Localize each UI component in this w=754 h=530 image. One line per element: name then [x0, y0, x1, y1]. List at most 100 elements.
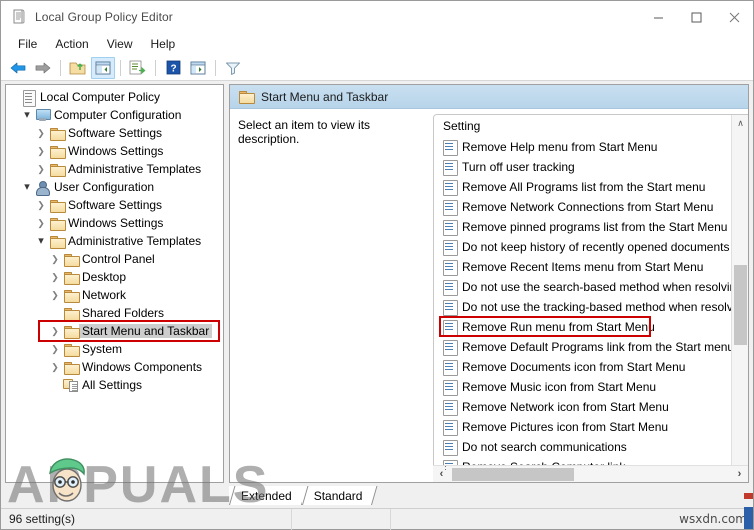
show-hide-console-tree-icon[interactable]	[91, 56, 115, 79]
setting-row[interactable]: Do not use the search-based method when …	[434, 277, 748, 297]
forward-arrow-icon[interactable]	[31, 57, 55, 79]
chevron-right-icon[interactable]: ❯	[34, 146, 48, 156]
tree-item-label: Windows Settings	[68, 144, 164, 158]
tree-item-network[interactable]: ❯ Network	[6, 286, 223, 304]
policy-setting-icon	[443, 220, 458, 236]
tree-item-desktop[interactable]: ❯ Desktop	[6, 268, 223, 286]
settings-list-column-header[interactable]: Setting	[434, 115, 748, 137]
back-arrow-icon[interactable]	[6, 57, 30, 79]
tree-item-all-settings[interactable]: All Settings	[6, 376, 223, 394]
help-icon[interactable]: ?	[161, 57, 185, 79]
chevron-right-icon[interactable]: ❯	[48, 290, 62, 300]
policy-setting-icon	[443, 180, 458, 196]
tree-item-windows-components[interactable]: ❯ Windows Components	[6, 358, 223, 376]
setting-row[interactable]: Remove All Programs list from the Start …	[434, 177, 748, 197]
console-tree-pane[interactable]: Local Computer Policy ▾ Computer Configura…	[5, 84, 224, 483]
setting-row[interactable]: Remove Network Connections from Start Me…	[434, 197, 748, 217]
setting-row[interactable]: Do not use the tracking-based method whe…	[434, 297, 748, 317]
policy-setting-icon	[443, 280, 458, 296]
scroll-left-button[interactable]: ‹	[433, 466, 450, 483]
tree-item-label: Administrative Templates	[68, 162, 202, 176]
settings-list-panel[interactable]: Setting Remove Help menu from Start Menu…	[433, 114, 748, 482]
export-list-icon[interactable]	[126, 57, 150, 79]
chevron-down-icon[interactable]: ▾	[20, 109, 34, 121]
horizontal-scroll-thumb[interactable]	[452, 468, 574, 481]
tree-item-software-settings[interactable]: ❯ Software Settings	[6, 196, 223, 214]
tree-item-software-settings[interactable]: ❯ Software Settings	[6, 124, 223, 142]
setting-row[interactable]: Do not keep history of recently opened d…	[434, 237, 748, 257]
minimize-button[interactable]	[639, 1, 677, 33]
chevron-down-icon[interactable]: ▾	[34, 235, 48, 247]
chevron-down-icon[interactable]: ▾	[20, 181, 34, 193]
setting-label: Remove Documents icon from Start Menu	[462, 360, 686, 374]
scroll-up-button[interactable]: ∧	[732, 115, 748, 132]
folder-icon	[62, 361, 80, 375]
properties-icon[interactable]	[186, 57, 210, 79]
tree-item-administrative-templates[interactable]: ▾ Administrative Templates	[6, 232, 223, 250]
maximize-button[interactable]	[677, 1, 715, 33]
tree-item-local-computer-policy[interactable]: Local Computer Policy	[6, 88, 223, 107]
menu-view[interactable]: View	[98, 35, 142, 53]
setting-row[interactable]: Remove Default Programs link from the St…	[434, 337, 748, 357]
setting-label: Turn off user tracking	[462, 160, 575, 174]
toolbar-separator	[60, 59, 61, 76]
tree-item-administrative-templates[interactable]: ❯ Administrative Templates	[6, 160, 223, 178]
chevron-right-icon[interactable]: ❯	[34, 200, 48, 210]
up-folder-icon[interactable]	[66, 57, 90, 79]
tree-item-system[interactable]: ❯ System	[6, 340, 223, 358]
policy-setting-icon	[443, 380, 458, 396]
tree-item-user-configuration[interactable]: ▾ User Configuration	[6, 178, 223, 196]
chevron-right-icon[interactable]: ❯	[48, 272, 62, 282]
policy-setting-icon	[443, 400, 458, 416]
tree-item-windows-settings[interactable]: ❯ Windows Settings	[6, 142, 223, 160]
filter-icon[interactable]	[221, 57, 245, 79]
setting-row[interactable]: Turn off user tracking	[434, 157, 748, 177]
setting-row[interactable]: Remove Recent Items menu from Start Menu	[434, 257, 748, 277]
menu-help[interactable]: Help	[142, 35, 185, 53]
folder-icon	[48, 145, 66, 159]
settings-rows: Remove Help menu from Start Menu Turn off…	[434, 137, 748, 482]
tree-item-start-menu-and-taskbar[interactable]: ❯ Start Menu and Taskbar	[6, 322, 223, 340]
tab-standard[interactable]: Standard	[301, 486, 373, 505]
setting-row[interactable]: Remove Documents icon from Start Menu	[434, 357, 748, 377]
chevron-right-icon[interactable]: ❯	[34, 128, 48, 138]
menu-action[interactable]: Action	[46, 35, 97, 53]
folder-icon	[48, 199, 66, 213]
tree-list: Local Computer Policy ▾ Computer Configura…	[6, 85, 223, 394]
setting-label: Do not keep history of recently opened d…	[462, 240, 730, 254]
content-area: Local Computer Policy ▾ Computer Configura…	[1, 82, 753, 486]
policy-setting-icon	[443, 340, 458, 356]
tree-item-label: System	[82, 342, 123, 356]
chevron-right-icon[interactable]: ❯	[48, 326, 62, 336]
scroll-right-button[interactable]: ›	[731, 466, 748, 483]
tree-item-control-panel[interactable]: ❯ Control Panel	[6, 250, 223, 268]
status-cell-3	[391, 509, 399, 530]
setting-row[interactable]: Remove Network icon from Start Menu	[434, 397, 748, 417]
tree-item-windows-settings[interactable]: ❯ Windows Settings	[6, 214, 223, 232]
vertical-scroll-thumb[interactable]	[734, 265, 747, 345]
tab-extended[interactable]: Extended	[229, 486, 302, 505]
all-settings-icon	[62, 378, 79, 392]
tree-item-label: Network	[82, 288, 127, 302]
tree-item-label: Control Panel	[82, 252, 155, 266]
settings-vertical-scrollbar[interactable]: ∧ ∨	[731, 115, 748, 482]
chevron-right-icon[interactable]: ❯	[34, 164, 48, 174]
tree-item-label: Local Computer Policy	[40, 90, 161, 104]
setting-row[interactable]: Do not search communications	[434, 437, 748, 457]
chevron-right-icon[interactable]: ❯	[48, 344, 62, 354]
chevron-right-icon[interactable]: ❯	[48, 254, 62, 264]
tree-item-computer-configuration[interactable]: ▾ Computer Configuration	[6, 106, 223, 124]
tree-item-shared-folders[interactable]: Shared Folders	[6, 304, 223, 322]
setting-row[interactable]: Remove Run menu from Start Menu	[434, 317, 748, 337]
settings-pane-body: Select an item to view its description. …	[230, 109, 748, 482]
menu-file[interactable]: File	[9, 35, 46, 53]
chevron-right-icon[interactable]: ❯	[48, 362, 62, 372]
setting-row[interactable]: Remove Music icon from Start Menu	[434, 377, 748, 397]
setting-row[interactable]: Remove Pictures icon from Start Menu	[434, 417, 748, 437]
setting-row[interactable]: Remove Help menu from Start Menu	[434, 137, 748, 157]
close-button[interactable]	[715, 1, 753, 33]
settings-horizontal-scrollbar[interactable]: ‹ ›	[433, 465, 748, 482]
setting-row[interactable]: Remove pinned programs list from the Sta…	[434, 217, 748, 237]
chevron-right-icon[interactable]: ❯	[34, 218, 48, 228]
policy-setting-icon	[443, 140, 458, 156]
